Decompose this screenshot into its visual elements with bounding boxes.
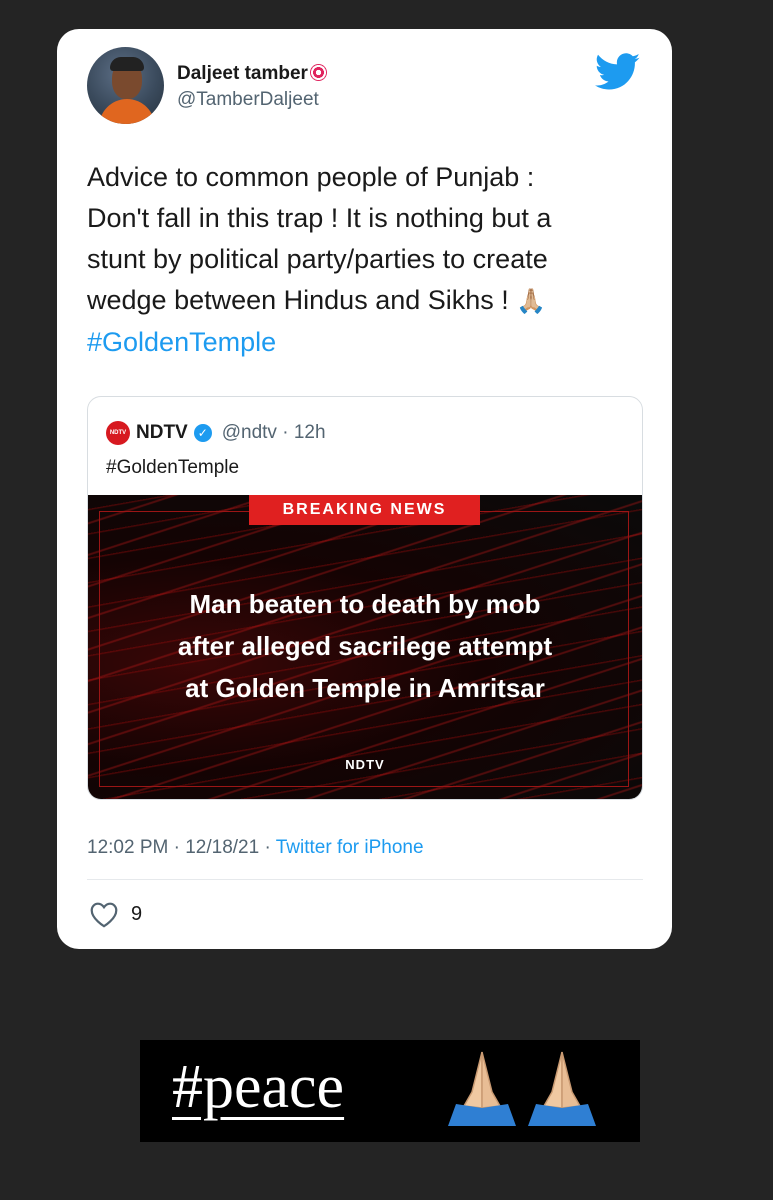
headline-line: at Golden Temple in Amritsar <box>185 673 545 703</box>
quoted-text[interactable]: #GoldenTemple <box>106 457 239 479</box>
folded-hands-icon <box>528 1051 596 1126</box>
hashtag-link[interactable]: #GoldenTemple <box>87 322 647 363</box>
like-count: 9 <box>131 903 143 925</box>
tweet-meta: 12:02 PM · 12/18/21 · Twitter for iPhone <box>87 837 424 859</box>
avatar[interactable] <box>87 47 164 124</box>
tweet-card: Daljeet tamber @TamberDaljeet Advice to … <box>57 29 672 949</box>
user-handle[interactable]: @TamberDaljeet <box>177 89 319 111</box>
quoted-tweet-header: NDTV NDTV ✓ @ndtv · 12h <box>106 421 326 445</box>
like-button[interactable]: 9 <box>89 901 142 928</box>
tweet-line: wedge between Hindus and Sikhs ! 🙏🏼 <box>87 285 547 315</box>
quoted-user-name[interactable]: NDTV <box>136 422 188 444</box>
quoted-handle-time: @ndtv · 12h <box>221 422 326 443</box>
media-brand: NDTV <box>345 757 385 772</box>
verified-icon: ✓ <box>193 424 212 442</box>
headline-line: Man beaten to death by mob <box>189 589 541 619</box>
ndtv-logo[interactable]: NDTV <box>106 421 130 445</box>
folded-hands-icon: 🙏🏼 <box>516 288 547 315</box>
timestamp[interactable]: 12:02 PM · 12/18/21 · <box>87 837 276 858</box>
heart-icon <box>90 902 118 928</box>
tweet-text: Advice to common people of Punjab : Don'… <box>87 157 647 363</box>
tweet-line: Advice to common people of Punjab : <box>87 162 535 192</box>
source-link[interactable]: Twitter for iPhone <box>276 837 424 858</box>
tweet-line: Don't fall in this trap ! It is nothing … <box>87 203 552 233</box>
quoted-tweet[interactable]: NDTV NDTV ✓ @ndtv · 12h #GoldenTemple BR… <box>87 396 643 800</box>
peace-text: #peace <box>172 1053 345 1121</box>
folded-hands-icon <box>448 1051 516 1126</box>
media-headline: Man beaten to death by mob after alleged… <box>88 583 642 709</box>
target-icon <box>309 64 327 81</box>
headline-line: after alleged sacrilege attempt <box>177 631 553 661</box>
user-name[interactable]: Daljeet tamber <box>177 63 327 85</box>
folded-hands-icon <box>442 1046 602 1130</box>
twitter-bird-icon <box>595 53 641 90</box>
tweet-line: stunt by political party/parties to crea… <box>87 244 548 274</box>
breaking-news-tag: BREAKING NEWS <box>249 495 480 525</box>
divider <box>87 879 643 880</box>
peace-banner: #peace <box>140 1040 640 1142</box>
quoted-media-image[interactable]: BREAKING NEWS Man beaten to death by mob… <box>88 495 642 799</box>
